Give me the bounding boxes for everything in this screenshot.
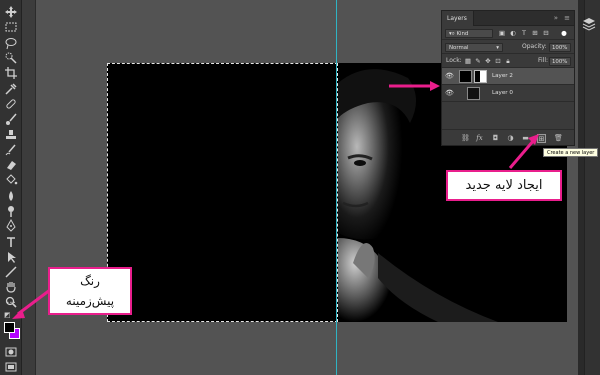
layers-panel: Layers » ≡ ⌕ Kind ▾ ▣ ◐ T ⊞ ⊟ ● Normal ▾ O… bbox=[441, 10, 575, 146]
dodge-icon[interactable] bbox=[4, 204, 18, 218]
lock-row: Lock: ▦ ✎ ✥ ⊡ 🔒︎ Fill: 100% bbox=[442, 54, 574, 68]
lock-all-icon[interactable]: 🔒︎ bbox=[504, 57, 512, 65]
default-colors-icon[interactable]: ◩ bbox=[4, 311, 12, 319]
foreground-color-swatch[interactable] bbox=[4, 322, 15, 333]
eraser-icon[interactable] bbox=[4, 158, 18, 172]
collapse-panel-icon[interactable]: » bbox=[554, 14, 558, 22]
quick-select-icon[interactable] bbox=[4, 51, 18, 65]
chevron-down-icon: ▾ bbox=[496, 45, 499, 51]
pixel-filter-icon[interactable]: ▣ bbox=[498, 29, 506, 37]
smart-object-filter-icon[interactable]: ⊟ bbox=[542, 29, 550, 37]
blend-mode-value: Normal bbox=[449, 45, 469, 51]
lock-artboard-icon[interactable]: ⊡ bbox=[494, 57, 502, 65]
adjustment-layer-icon[interactable]: ◑ bbox=[506, 134, 515, 143]
history-brush-icon[interactable] bbox=[4, 143, 18, 157]
layer-thumbnail bbox=[467, 87, 480, 100]
photoshop-window: ··· ◩ Layers » ≡ ⌕ Kind ▾ ▣ ◐ T ⊞ ⊟ ● No… bbox=[0, 0, 600, 375]
opacity-field[interactable]: 100% bbox=[549, 43, 571, 52]
panel-dock bbox=[584, 0, 600, 375]
callout-line-2: پیش‌زمینه bbox=[65, 294, 115, 308]
new-layer-tooltip: Create a new layer bbox=[543, 148, 599, 157]
foreground-color-callout: رنگ پیش‌زمینه bbox=[48, 267, 132, 315]
filter-toggle-icon[interactable]: ● bbox=[560, 29, 568, 37]
opacity-value: 100% bbox=[552, 45, 568, 51]
visibility-eye-icon[interactable]: 👁︎ bbox=[445, 72, 455, 81]
filter-row: ⌕ Kind ▾ ▣ ◐ T ⊞ ⊟ ● bbox=[442, 26, 574, 40]
vertical-guide bbox=[336, 0, 337, 375]
layer-row-layer-2[interactable]: 👁︎ Layer 2 bbox=[442, 68, 574, 85]
pen-icon[interactable] bbox=[4, 219, 18, 233]
blend-row: Normal ▾ Opacity: 100% bbox=[442, 40, 574, 54]
filter-kind-select[interactable]: ⌕ Kind ▾ bbox=[445, 29, 493, 38]
layer-mask-thumbnail[interactable] bbox=[474, 70, 487, 83]
new-group-icon[interactable]: ▬ bbox=[521, 134, 530, 143]
fill-field[interactable]: 100% bbox=[549, 57, 571, 66]
hand-icon[interactable] bbox=[4, 280, 18, 294]
blur-icon[interactable] bbox=[4, 189, 18, 203]
link-layers-icon[interactable]: ⛓︎ bbox=[461, 134, 470, 143]
layer-thumbnail bbox=[459, 70, 472, 83]
tools-panel: ··· ◩ bbox=[0, 0, 22, 375]
line-icon[interactable] bbox=[4, 265, 18, 279]
marquee-icon[interactable] bbox=[4, 20, 18, 34]
more-icon[interactable]: ··· bbox=[4, 299, 18, 309]
paint-bucket-icon[interactable] bbox=[4, 173, 18, 187]
visibility-eye-icon[interactable]: 👁︎ bbox=[445, 89, 455, 98]
shape-filter-icon[interactable]: ⊞ bbox=[531, 29, 539, 37]
move-icon[interactable] bbox=[4, 5, 18, 19]
blend-mode-select[interactable]: Normal ▾ bbox=[445, 43, 503, 52]
layers-tab-bar: Layers » ≡ bbox=[442, 11, 574, 26]
lock-image-icon[interactable]: ✎ bbox=[474, 57, 482, 65]
layer-name[interactable]: Layer 2 bbox=[492, 73, 513, 79]
quick-mask-icon[interactable] bbox=[4, 345, 18, 359]
new-layer-button[interactable]: ⊞ bbox=[537, 134, 546, 143]
layer-row-layer-0[interactable]: 👁︎ Layer 0 bbox=[442, 85, 574, 102]
adjustment-filter-icon[interactable]: ◐ bbox=[509, 29, 517, 37]
lock-transparent-icon[interactable]: ▦ bbox=[464, 57, 472, 65]
fill-label: Fill: bbox=[538, 57, 549, 64]
fill-value: 100% bbox=[552, 59, 568, 65]
layers-panel-icon[interactable] bbox=[581, 16, 597, 32]
stamp-icon[interactable] bbox=[4, 128, 18, 142]
marquee-selection bbox=[107, 63, 338, 322]
crop-icon[interactable] bbox=[4, 66, 18, 80]
eyedropper-icon[interactable] bbox=[4, 82, 18, 96]
add-mask-icon[interactable]: ◘ bbox=[491, 134, 500, 143]
layer-name[interactable]: Layer 0 bbox=[492, 90, 513, 96]
trash-icon[interactable]: 🗑︎ bbox=[554, 134, 563, 143]
panel-menu-icon[interactable]: ≡ bbox=[564, 14, 570, 22]
opacity-label: Opacity: bbox=[522, 43, 547, 50]
new-layer-callout: ایجاد لایه جدید bbox=[446, 170, 562, 201]
path-select-icon[interactable] bbox=[4, 250, 18, 264]
lock-label: Lock: bbox=[446, 57, 462, 64]
layer-style-icon[interactable]: fx bbox=[475, 134, 484, 143]
callout-line-1: رنگ bbox=[80, 274, 100, 288]
vertical-ruler bbox=[22, 0, 36, 375]
layers-footer: ⛓︎ fx ◘ ◑ ▬ ⊞ 🗑︎ bbox=[442, 129, 574, 145]
filter-kind-label: Kind bbox=[456, 31, 469, 37]
lock-position-icon[interactable]: ✥ bbox=[484, 57, 492, 65]
brush-icon[interactable] bbox=[4, 112, 18, 126]
screen-mode-icon[interactable] bbox=[4, 360, 18, 374]
lasso-icon[interactable] bbox=[4, 36, 18, 50]
tab-layers[interactable]: Layers bbox=[442, 11, 474, 26]
type-icon[interactable] bbox=[4, 235, 18, 249]
healing-icon[interactable] bbox=[4, 97, 18, 111]
type-filter-icon[interactable]: T bbox=[520, 29, 528, 37]
